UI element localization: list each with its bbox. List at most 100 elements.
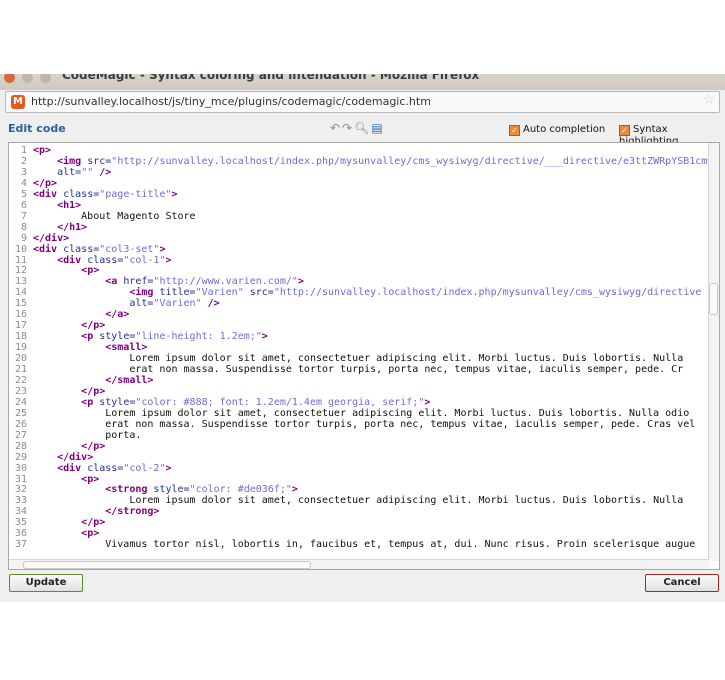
line-number: 33	[14, 495, 27, 507]
code-line[interactable]: <div class="page-title">	[33, 189, 713, 200]
code-token: About Magento Store	[33, 210, 196, 222]
code-line[interactable]: <div class="col3-set">	[33, 244, 713, 255]
code-token: </p>	[81, 385, 106, 397]
code-token: Lorem ipsum dolor sit amet, consectetuer…	[33, 407, 690, 419]
code-token: Lorem ipsum dolor sit amet, consectetuer…	[33, 495, 684, 507]
line-number: 26	[14, 418, 27, 430]
code-token: style=	[99, 331, 136, 343]
code-line[interactable]: <div class="col-1">	[33, 255, 713, 266]
line-number: 21	[14, 364, 27, 375]
search-icon[interactable]: 🔍︎	[354, 121, 371, 135]
code-token: style=	[153, 484, 190, 496]
vertical-scroll-thumb[interactable]	[709, 283, 718, 315]
address-bar[interactable]: M http://sunvalley.localhost/js/tiny_mce…	[5, 91, 720, 113]
undo-icon[interactable]: ↶	[330, 121, 342, 135]
code-token: </a>	[105, 309, 130, 321]
auto-completion-label: Auto completion	[523, 124, 606, 135]
code-line[interactable]: </p>	[33, 320, 713, 331]
code-editor[interactable]: 1 2 3 4 5 6 7 8 9 10 11 12 13 14 15 16 17 18 19 20 21 22 23 24 2…	[8, 142, 720, 570]
code-line[interactable]: erat non massa. Suspendisse tortor turpi…	[33, 364, 713, 375]
vertical-scrollbar[interactable]	[708, 143, 719, 561]
minimize-window-icon[interactable]	[22, 74, 33, 83]
editor-toolbar: Edit code ↶↷🔍︎▤ ✓ Auto completion ✓ Syntax…	[0, 118, 725, 147]
code-token: >	[291, 484, 298, 496]
maximize-window-icon[interactable]	[40, 74, 51, 83]
line-number: 18	[14, 331, 27, 343]
code-line[interactable]: </p>	[33, 517, 713, 528]
code-line[interactable]: </p>	[33, 386, 713, 397]
code-line[interactable]: </p>	[33, 441, 713, 452]
code-line[interactable]: <strong style="color: #de036f;">	[33, 484, 713, 495]
code-line[interactable]: </div>	[33, 233, 713, 244]
code-line[interactable]: <p>	[33, 474, 713, 485]
code-line[interactable]: </h1>	[33, 222, 713, 233]
code-line[interactable]: </p>	[33, 178, 713, 189]
code-line[interactable]: <img title="Varien" src="http://sunvalle…	[33, 287, 713, 298]
close-window-icon[interactable]	[4, 74, 15, 83]
magento-favicon-icon: M	[11, 95, 25, 109]
code-line[interactable]: Lorem ipsum dolor sit amet, consectetuer…	[33, 353, 713, 364]
code-line[interactable]: </div>	[33, 452, 713, 463]
code-token: </div>	[33, 232, 70, 244]
code-token: />	[93, 166, 112, 178]
auto-completion-checkbox[interactable]: ✓ Auto completion	[509, 124, 605, 136]
line-number: 36	[14, 528, 27, 540]
code-line[interactable]: </a>	[33, 309, 713, 320]
document-icon[interactable]: ▤	[371, 121, 384, 135]
line-number: 2	[20, 155, 27, 167]
code-line[interactable]: <p>	[33, 528, 713, 539]
code-line[interactable]: erat non massa. Suspendisse tortor turpi…	[33, 419, 713, 430]
code-token: "Varien"	[153, 298, 202, 310]
code-line[interactable]: <small>	[33, 342, 713, 353]
code-line[interactable]: alt="" />	[33, 167, 713, 178]
code-line[interactable]: <p style="line-height: 1.2em;">	[33, 331, 713, 342]
code-line[interactable]: <div class="col-2">	[33, 463, 713, 474]
code-line[interactable]: <p>	[33, 145, 713, 156]
update-button[interactable]: Update	[9, 574, 83, 592]
code-token: </strong>	[105, 506, 160, 518]
code-token: <p	[81, 331, 100, 343]
code-line[interactable]: porta.	[33, 430, 713, 441]
code-token: erat non massa. Suspendisse tortor turpi…	[33, 418, 696, 430]
code-token: src=	[249, 287, 274, 299]
code-line[interactable]: <p>	[33, 265, 713, 276]
line-number: 32	[14, 484, 27, 496]
code-line[interactable]: alt="Varien" />	[33, 298, 713, 309]
code-token: <img	[57, 155, 88, 167]
checkbox-checked-icon: ✓	[619, 125, 630, 136]
code-line[interactable]: <a href="http://www.varien.com/">	[33, 276, 713, 287]
line-number: 13	[14, 276, 27, 288]
code-token: <p>	[81, 528, 100, 540]
code-token: "Varien"	[195, 287, 250, 299]
code-token: <div	[57, 254, 88, 266]
cancel-button[interactable]: Cancel	[645, 574, 719, 592]
code-line[interactable]: Lorem ipsum dolor sit amet, consectetuer…	[33, 495, 713, 506]
bookmark-star-icon[interactable]: ☆	[702, 92, 715, 108]
code-line[interactable]: <h1>	[33, 200, 713, 211]
code-line[interactable]: </small>	[33, 375, 713, 386]
redo-icon[interactable]: ↷	[342, 121, 354, 135]
code-token: <p>	[81, 473, 100, 485]
code-token: </p>	[33, 177, 58, 189]
horizontal-scrollbar[interactable]	[9, 559, 709, 569]
code-line[interactable]: Vivamus tortor nisl, lobortis in, faucib…	[33, 539, 713, 550]
code-token: <p>	[81, 265, 100, 277]
code-token: src=	[87, 155, 112, 167]
code-line[interactable]: <p style="color: #888; font: 1.2em/1.4em…	[33, 397, 713, 408]
horizontal-scroll-thumb[interactable]	[23, 561, 311, 569]
line-number: 20	[14, 353, 27, 365]
code-line[interactable]: Lorem ipsum dolor sit amet, consectetuer…	[33, 408, 713, 419]
line-number: 28	[14, 440, 27, 452]
code-line[interactable]: </strong>	[33, 506, 713, 517]
line-number: 37	[14, 539, 27, 551]
line-number: 15	[14, 298, 27, 310]
code-line[interactable]: About Magento Store	[33, 211, 713, 222]
code-token: style=	[99, 396, 136, 408]
code-line[interactable]: <img src="http://sunvalley.localhost/ind…	[33, 156, 713, 167]
